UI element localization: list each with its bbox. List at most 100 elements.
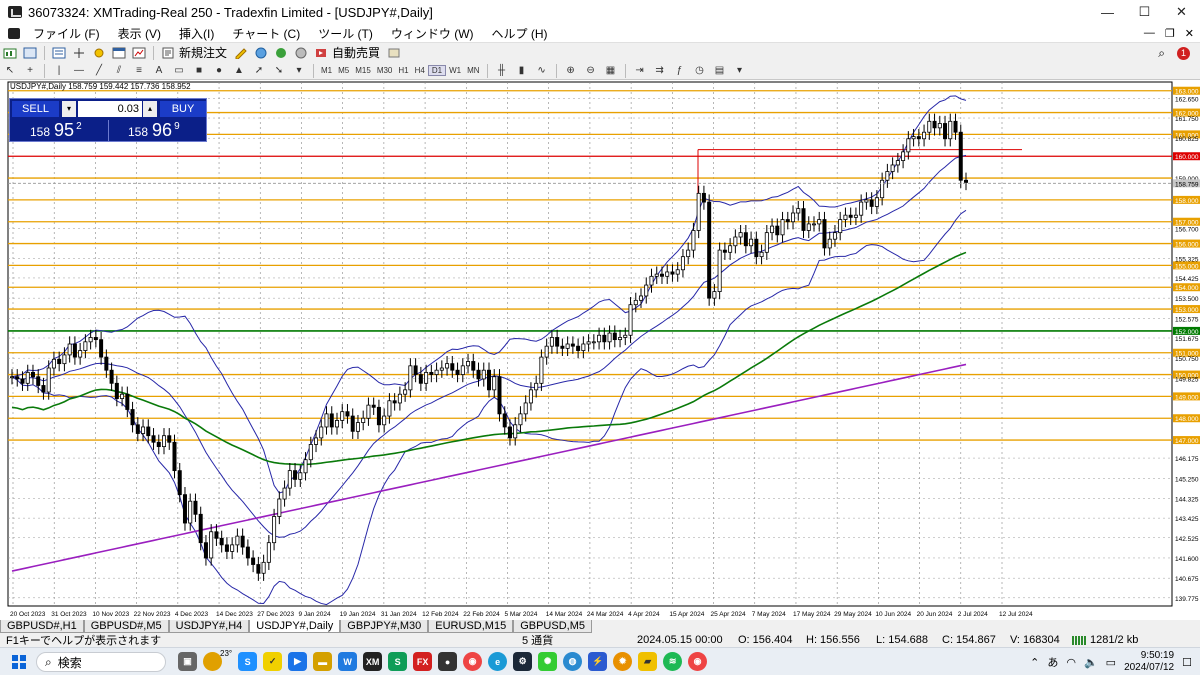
rectangle-tool-icon[interactable]: ■ xyxy=(191,64,207,78)
notification-icon[interactable]: ☐ xyxy=(1182,656,1192,669)
market-watch-icon[interactable] xyxy=(51,46,67,60)
timeframe-h1[interactable]: H1 xyxy=(395,66,411,75)
timeframe-m15[interactable]: M15 xyxy=(352,66,374,75)
lot-size-input[interactable]: 0.03 xyxy=(78,101,142,117)
notification-badge[interactable]: 1 xyxy=(1177,47,1190,60)
sticky-notes-icon[interactable]: ▰ xyxy=(638,652,658,671)
menu-file[interactable]: ファイル (F) xyxy=(24,25,109,42)
label-tool-icon[interactable]: ▭ xyxy=(171,64,187,78)
templates-icon[interactable]: ▤ xyxy=(712,64,728,78)
taskbar-search[interactable]: ⌕ 検索 xyxy=(36,652,166,672)
bar-chart-icon[interactable]: ╫ xyxy=(494,64,510,78)
sell-button[interactable]: SELL xyxy=(12,101,59,117)
timeframe-d1[interactable]: D1 xyxy=(427,65,447,76)
ellipse-tool-icon[interactable]: ● xyxy=(211,64,227,78)
buy-price[interactable]: 158 96 9 xyxy=(128,120,180,141)
skype-icon[interactable]: S xyxy=(238,652,258,671)
tasks-icon[interactable]: ✓ xyxy=(263,652,283,671)
tab-gbpjpy-m30[interactable]: GBPJPY#,M30 xyxy=(340,620,429,633)
triangle-tool-icon[interactable]: ▲ xyxy=(231,64,247,78)
globe-icon[interactable]: ◍ xyxy=(563,652,583,671)
horizontal-line-icon[interactable]: — xyxy=(71,64,87,78)
menu-view[interactable]: 表示 (V) xyxy=(109,25,170,42)
new-order-icon[interactable] xyxy=(160,46,176,60)
vps-icon[interactable] xyxy=(293,46,309,60)
tile-windows-icon[interactable]: ▦ xyxy=(603,64,619,78)
start-button[interactable] xyxy=(12,655,26,669)
tester-icon[interactable] xyxy=(131,46,147,60)
terminal-icon[interactable] xyxy=(111,46,127,60)
battery-icon[interactable]: ▭ xyxy=(1106,656,1116,669)
spotify-icon[interactable]: ≋ xyxy=(663,652,683,671)
xm-icon[interactable]: XM xyxy=(363,652,383,671)
zoom-in-icon[interactable]: ⊕ xyxy=(563,64,579,78)
ime-indicator[interactable]: あ xyxy=(1047,654,1058,670)
crosshair-icon[interactable]: + xyxy=(22,64,38,78)
chart-window[interactable]: 163.000 162.650 162.000 161.750 161.000 160.8… xyxy=(0,80,1200,620)
meet-icon[interactable]: ▶ xyxy=(288,652,308,671)
metaeditor-icon[interactable] xyxy=(233,46,249,60)
menu-insert[interactable]: 挿入(I) xyxy=(170,25,223,42)
minimize-button[interactable]: — xyxy=(1089,0,1126,24)
text-tool-icon[interactable]: A xyxy=(151,64,167,78)
options-icon[interactable] xyxy=(386,46,402,60)
maximize-button[interactable]: ☐ xyxy=(1126,0,1163,24)
signals-icon[interactable] xyxy=(253,46,269,60)
chrome-profile-icon[interactable]: ◉ xyxy=(688,652,708,671)
timeframe-m5[interactable]: M5 xyxy=(335,66,352,75)
steam-icon[interactable]: ⚙ xyxy=(513,652,533,671)
edge-icon[interactable]: e xyxy=(488,652,508,671)
timeframe-w1[interactable]: W1 xyxy=(446,66,464,75)
market-icon[interactable] xyxy=(273,46,289,60)
new-order-button[interactable]: 新規注文 xyxy=(179,44,227,61)
buy-button[interactable]: BUY xyxy=(160,101,206,117)
inner-close-button[interactable]: ✕ xyxy=(1185,27,1194,40)
menu-chart[interactable]: チャート (C) xyxy=(223,25,309,42)
chatgpt-icon[interactable]: ✺ xyxy=(538,652,558,671)
timeframe-m1[interactable]: M1 xyxy=(318,66,335,75)
explorer-icon[interactable]: ▬ xyxy=(313,652,333,671)
settings-gear-icon[interactable]: ✹ xyxy=(613,652,633,671)
clock[interactable]: 9:50:19 2024/07/12 xyxy=(1124,650,1174,674)
chart-shift-icon[interactable]: ⇥ xyxy=(632,64,648,78)
tab-eurusd-m15[interactable]: EURUSD,M15 xyxy=(428,620,514,633)
lot-increase-button[interactable]: ▴ xyxy=(143,101,157,117)
tab-usdjpy-h4[interactable]: USDJPY#,H4 xyxy=(168,620,250,633)
zoom-out-icon[interactable]: ⊖ xyxy=(583,64,599,78)
word-icon[interactable]: W xyxy=(338,652,358,671)
dropdown-arrow-icon[interactable]: ▾ xyxy=(732,64,748,78)
vertical-line-icon[interactable]: | xyxy=(51,64,67,78)
close-button[interactable]: ✕ xyxy=(1163,0,1200,24)
tray-expand-icon[interactable]: ⌃ xyxy=(1030,656,1039,669)
new-chart-icon[interactable] xyxy=(2,46,18,60)
auto-trading-icon[interactable] xyxy=(313,46,329,60)
sell-price[interactable]: 158 95 2 xyxy=(30,120,82,141)
fx-icon[interactable]: FX xyxy=(413,652,433,671)
github-icon[interactable]: ● xyxy=(438,652,458,671)
profiles-icon[interactable] xyxy=(22,46,38,60)
data-window-icon[interactable] xyxy=(71,46,87,60)
auto-scroll-icon[interactable]: ⇉ xyxy=(652,64,668,78)
menu-window[interactable]: ウィンドウ (W) xyxy=(382,25,483,42)
timeframe-mn[interactable]: MN xyxy=(464,66,482,75)
search-icon[interactable]: ⌕ xyxy=(1158,46,1165,61)
network-icon[interactable]: ◠ xyxy=(1066,656,1076,669)
dropdown-arrow-icon[interactable]: ▾ xyxy=(291,64,307,78)
line-chart-icon[interactable]: ∿ xyxy=(534,64,550,78)
inner-restore-button[interactable]: ❐ xyxy=(1165,27,1175,40)
tab-usdjpy-daily[interactable]: USDJPY#,Daily xyxy=(249,620,341,633)
timeframe-m30[interactable]: M30 xyxy=(374,66,396,75)
price-chart[interactable]: 163.000162.650162.000161.750161.000160.8… xyxy=(0,80,1200,620)
power-automate-icon[interactable]: ⚡ xyxy=(588,652,608,671)
indicators-icon[interactable]: ƒ xyxy=(672,64,688,78)
menu-help[interactable]: ヘルプ (H) xyxy=(483,25,557,42)
sheets-icon[interactable]: S xyxy=(388,652,408,671)
channel-icon[interactable]: ⫽ xyxy=(111,64,127,78)
timeframe-h4[interactable]: H4 xyxy=(412,66,428,75)
arrow-tool-icon[interactable]: ➚ xyxy=(251,64,267,78)
volume-icon[interactable]: 🔈 xyxy=(1084,656,1098,669)
chrome-icon[interactable]: ◉ xyxy=(463,652,483,671)
arrow-down-tool-icon[interactable]: ➘ xyxy=(271,64,287,78)
navigator-icon[interactable] xyxy=(91,46,107,60)
periods-icon[interactable]: ◷ xyxy=(692,64,708,78)
